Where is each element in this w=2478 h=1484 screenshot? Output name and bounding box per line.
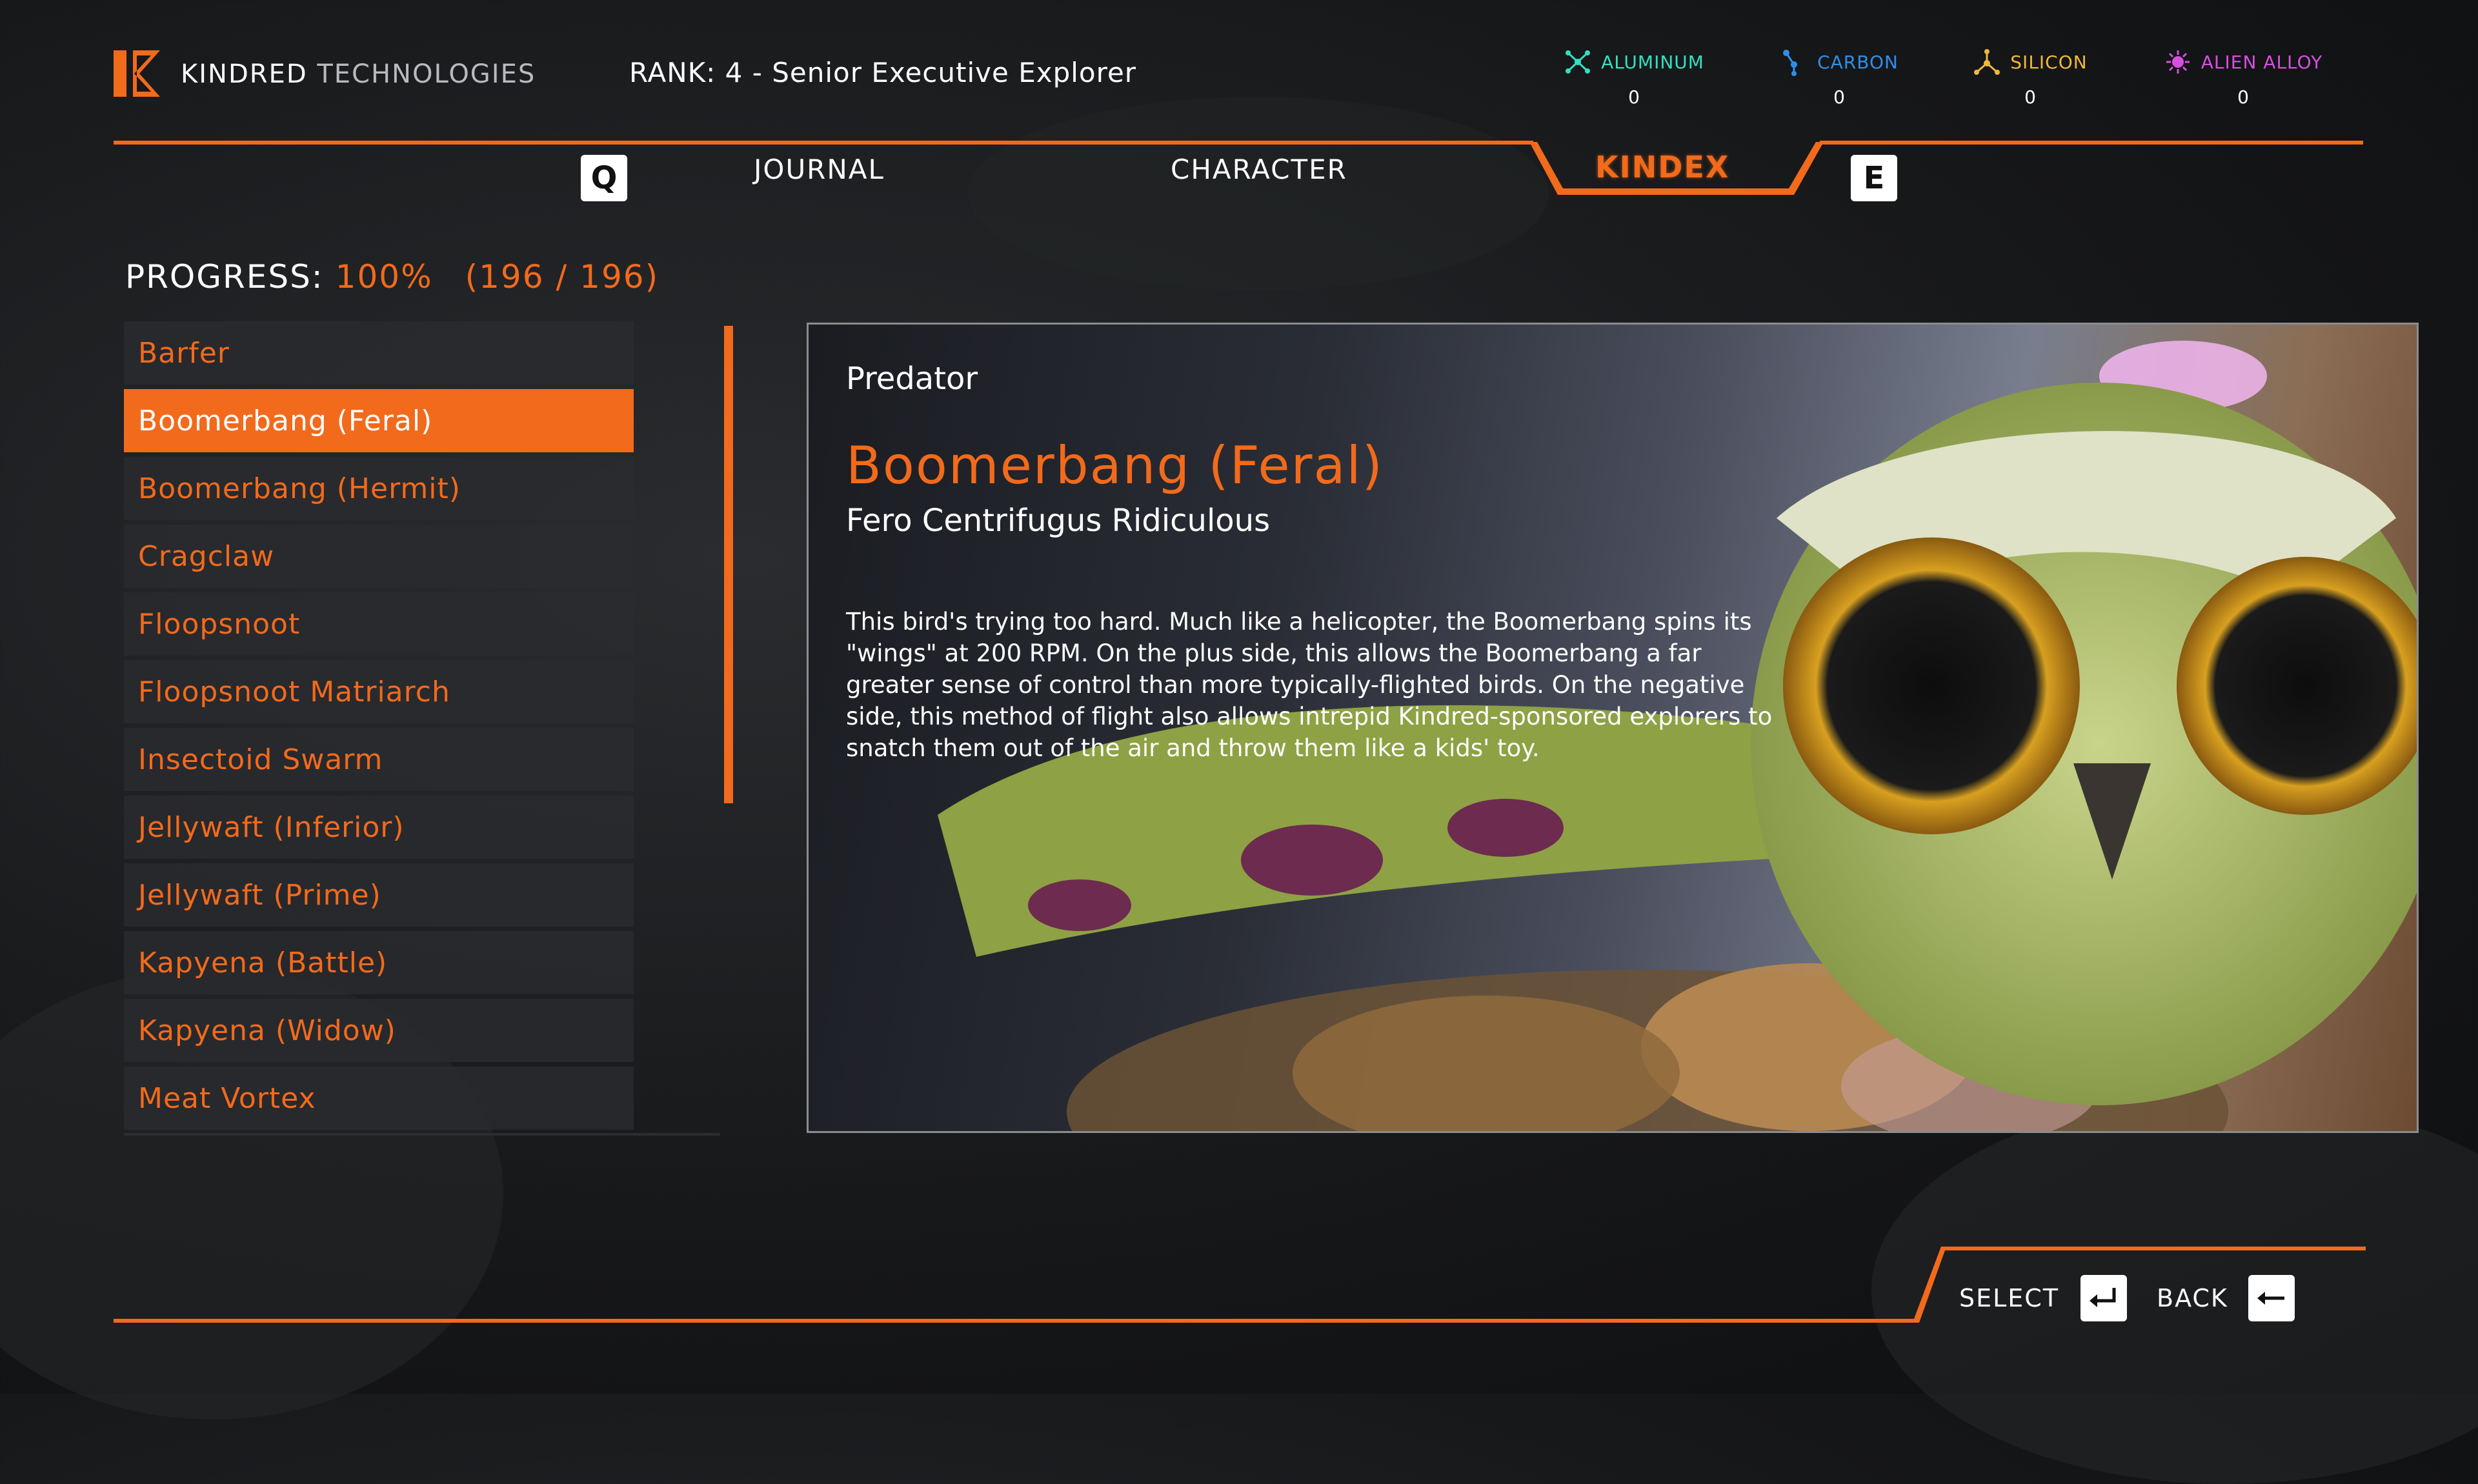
progress-percent: 100% xyxy=(335,258,433,296)
list-item[interactable]: Jellywaft (Inferior) xyxy=(124,796,634,859)
resource-value: 0 xyxy=(2024,86,2036,108)
list-item[interactable]: Barfer xyxy=(124,321,634,385)
list-item[interactable]: Cragclaw xyxy=(124,525,634,588)
resource-value: 0 xyxy=(1833,86,1845,108)
select-button[interactable] xyxy=(2080,1275,2127,1321)
list-item[interactable]: Floopsnoot xyxy=(124,592,634,656)
creature-name: Boomerbang (Feral) xyxy=(846,436,1384,496)
resource-silicon: SILICON 0 xyxy=(1946,48,2114,108)
brand-primary: KINDRED xyxy=(181,59,308,89)
resource-label: SILICON xyxy=(2010,51,2088,73)
creature-scientific-name: Fero Centrifugus Ridiculous xyxy=(846,503,1271,539)
resource-label: ALUMINUM xyxy=(1601,51,1704,73)
resource-value: 0 xyxy=(2237,86,2249,108)
resource-label: ALIEN ALLOY xyxy=(2201,51,2323,73)
prev-tab-key[interactable]: Q xyxy=(581,155,627,201)
carbon-icon xyxy=(1783,50,1798,76)
back-button[interactable] xyxy=(2248,1275,2295,1321)
list-item[interactable]: Meat Vortex xyxy=(124,1067,634,1130)
progress-label: PROGRESS: xyxy=(125,258,324,296)
resource-carbon: CARBON 0 xyxy=(1755,48,1923,108)
list-divider xyxy=(124,1133,720,1136)
silicon-icon xyxy=(1974,49,2000,75)
kindred-logo-icon xyxy=(114,50,160,97)
list-item[interactable]: Floopsnoot Matriarch xyxy=(124,660,634,723)
list-scrollbar[interactable] xyxy=(724,326,733,803)
enter-key-icon xyxy=(2090,1288,2116,1307)
alien-alloy-icon xyxy=(2166,50,2190,74)
brand-secondary: TECHNOLOGIES xyxy=(317,59,536,89)
brand-name: KINDRED TECHNOLOGIES xyxy=(181,59,536,89)
backspace-key-icon xyxy=(2257,1292,2284,1305)
header-divider xyxy=(1820,141,2363,145)
resource-value: 0 xyxy=(1628,86,1640,108)
rank-label: RANK: 4 - Senior Executive Explorer xyxy=(629,57,1137,88)
header-divider xyxy=(114,141,1533,145)
resource-aluminum: ALUMINUM 0 xyxy=(1550,48,1718,108)
creature-description: This bird's trying too hard. Much like a… xyxy=(846,608,1773,762)
tab-journal[interactable]: JOURNAL xyxy=(754,154,885,185)
list-item[interactable]: Kapyena (Widow) xyxy=(124,999,634,1062)
list-item[interactable]: Kapyena (Battle) xyxy=(124,931,634,994)
next-tab-key[interactable]: E xyxy=(1851,155,1897,201)
resource-alien-alloy: ALIEN ALLOY 0 xyxy=(2159,48,2327,108)
select-label: SELECT xyxy=(1959,1284,2060,1312)
list-item[interactable]: Insectoid Swarm xyxy=(124,728,634,791)
tab-character[interactable]: CHARACTER xyxy=(1171,154,1347,185)
creature-detail-panel: Predator Boomerbang (Feral) Fero Centrif… xyxy=(807,323,2419,1133)
list-item[interactable]: Jellywaft (Prime) xyxy=(124,863,634,927)
background-shape xyxy=(968,97,1549,290)
resource-label: CARBON xyxy=(1817,51,1899,73)
progress-summary: PROGRESS: 100% (196 / 196) xyxy=(125,258,659,296)
aluminum-icon xyxy=(1566,50,1591,74)
back-label: BACK xyxy=(2157,1284,2228,1312)
list-item[interactable]: Boomerbang (Hermit) xyxy=(124,457,634,520)
tab-kindex[interactable]: KINDEX xyxy=(1595,150,1729,185)
list-item-selected[interactable]: Boomerbang (Feral) xyxy=(124,389,634,452)
kindex-entry-list: Barfer Boomerbang (Feral) Boomerbang (He… xyxy=(124,321,634,1134)
creature-category: Predator xyxy=(846,361,978,397)
progress-count: (196 / 196) xyxy=(465,258,660,296)
